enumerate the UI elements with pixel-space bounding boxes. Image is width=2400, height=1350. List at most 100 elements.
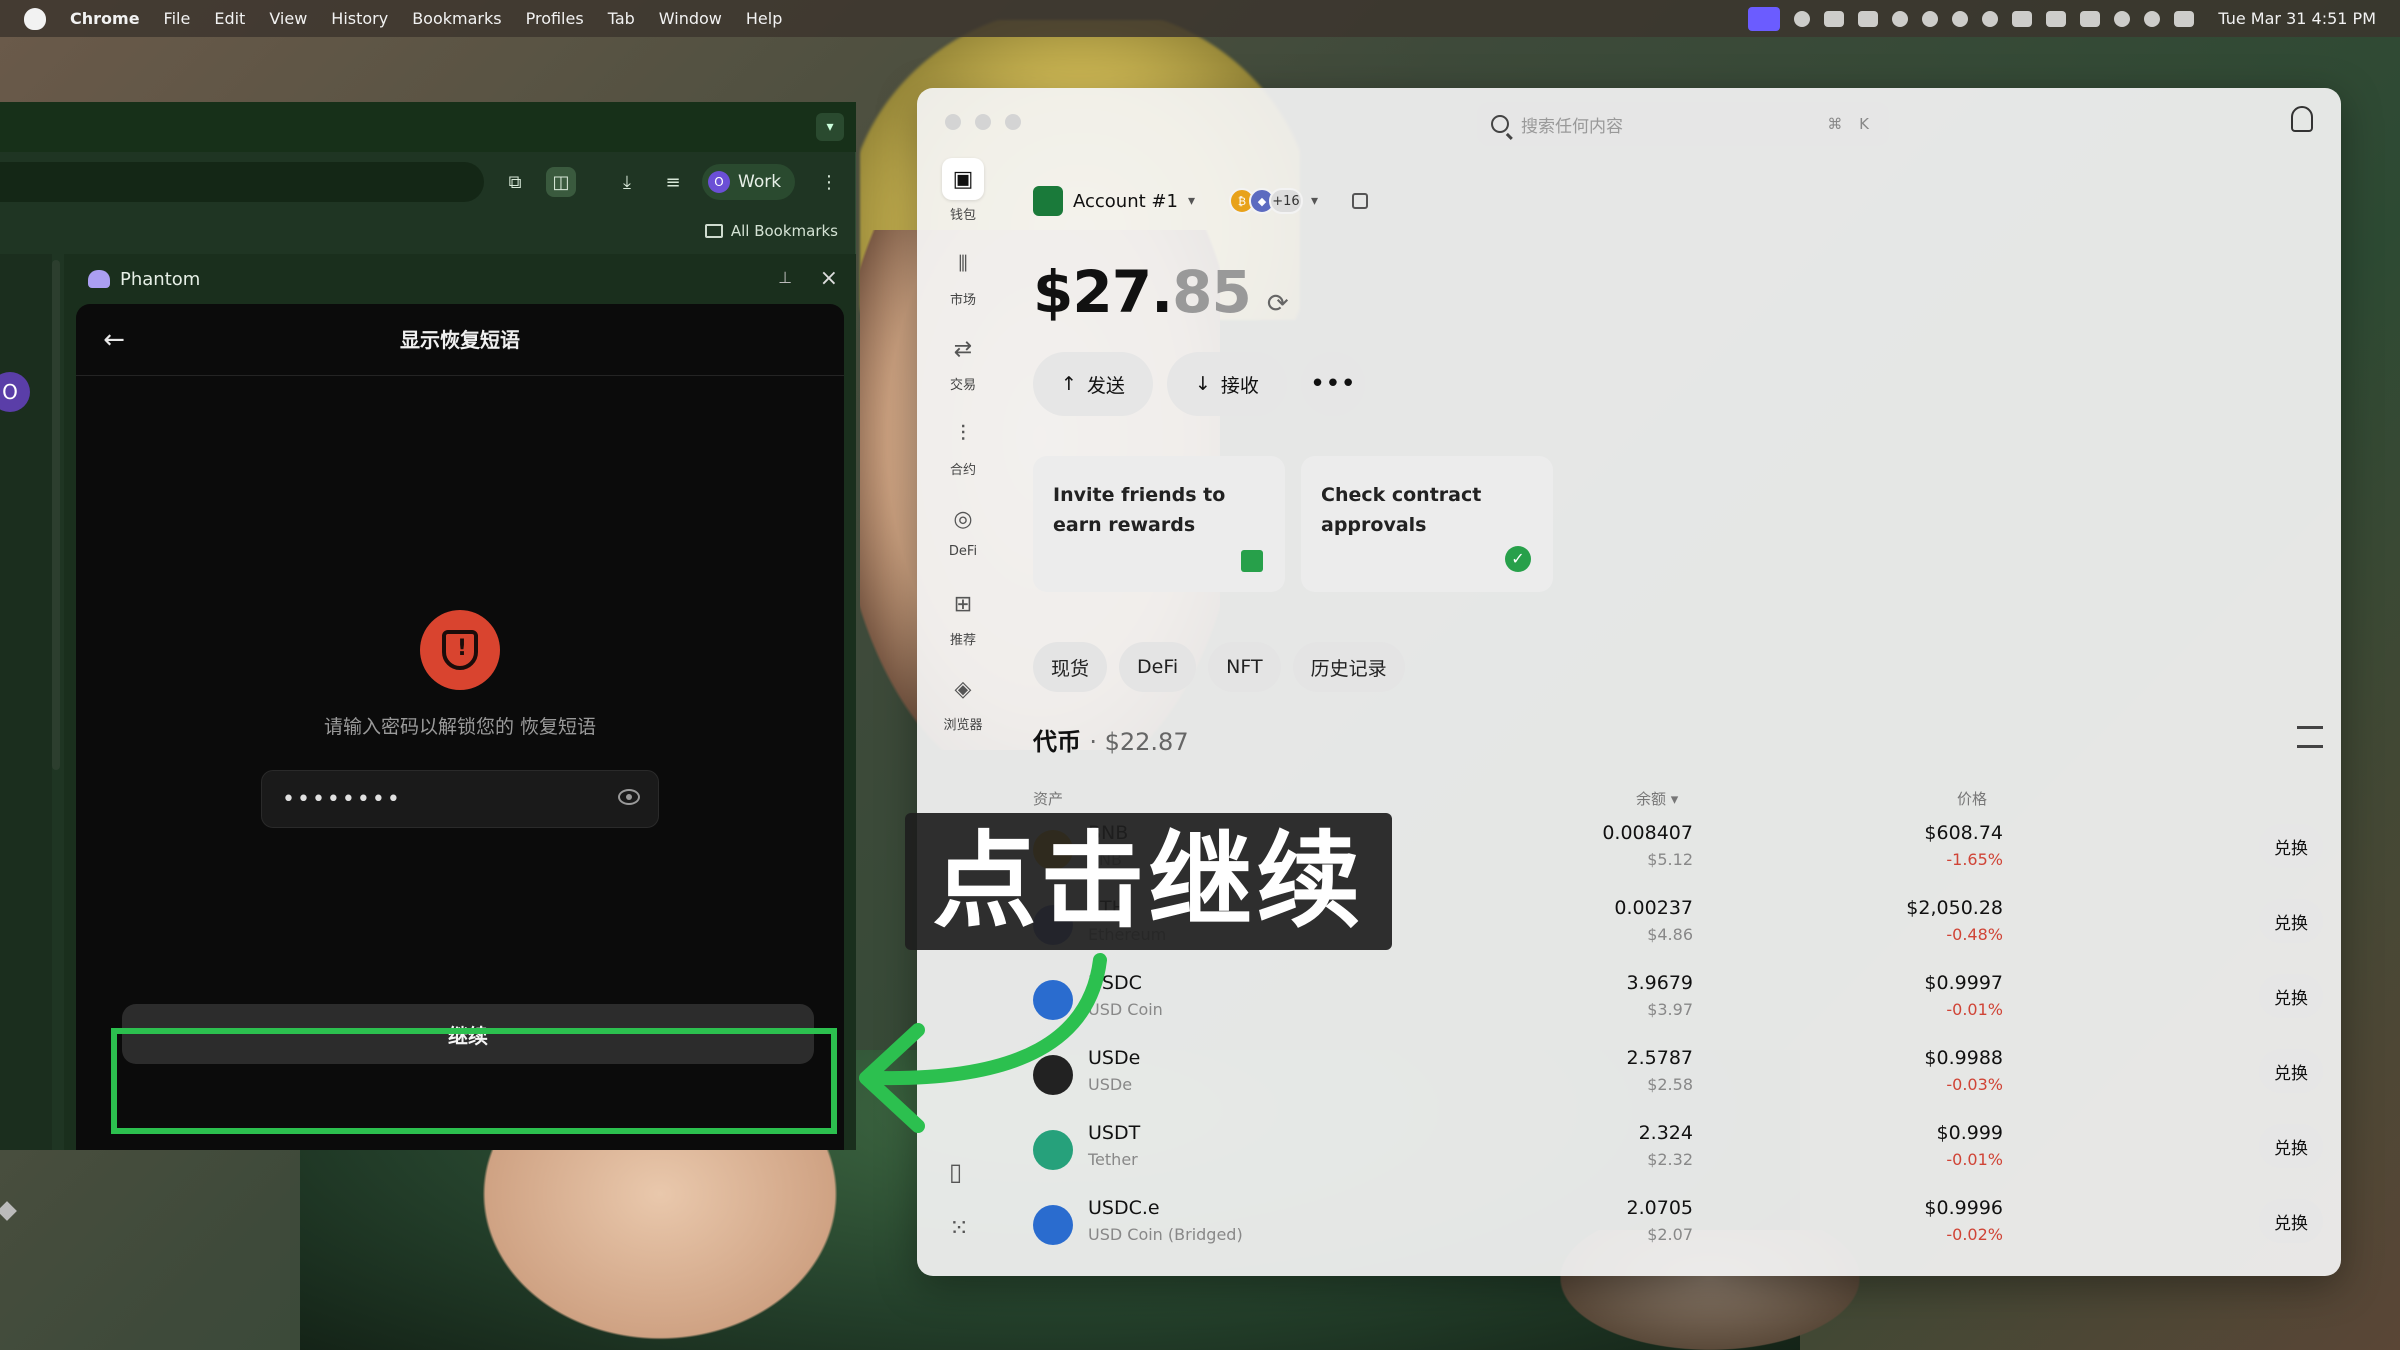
ellipsis-icon: ••• bbox=[1309, 369, 1356, 399]
battery-icon[interactable] bbox=[2080, 10, 2101, 27]
tab-history[interactable]: 历史记录 bbox=[1292, 642, 1405, 692]
swap-button[interactable]: 兑换 bbox=[2259, 899, 2323, 943]
address-bar[interactable] bbox=[0, 162, 484, 202]
extensions-icon[interactable]: ⧉ bbox=[500, 167, 530, 197]
pin-icon[interactable]: ⊥ bbox=[778, 268, 792, 287]
promo-text: Check contract approvals bbox=[1321, 484, 1482, 536]
app-status-icon[interactable] bbox=[1824, 10, 1845, 27]
gift-icon bbox=[1241, 550, 1263, 572]
token-row[interactable]: USDC USD Coin 3.9679 $3.97 $0.9997 -0.01% 兑换 bbox=[1033, 968, 2323, 1043]
password-mask: •••••••• bbox=[282, 786, 402, 812]
mobile-device-icon[interactable]: ▯ bbox=[949, 1158, 962, 1186]
back-arrow-icon[interactable]: ← bbox=[96, 322, 132, 358]
token-row[interactable]: USDC.e USD Coin (Bridged) 2.0705 $2.07 $0.99… bbox=[1033, 1193, 2323, 1268]
close-icon[interactable]: × bbox=[820, 266, 838, 291]
copy-address-icon[interactable] bbox=[1352, 193, 1368, 209]
input-source-icon[interactable] bbox=[2046, 10, 2067, 27]
apple-logo-icon[interactable] bbox=[24, 7, 46, 30]
promo-text: Invite friends to earn rewards bbox=[1053, 484, 1226, 536]
play-icon[interactable] bbox=[1952, 10, 1969, 27]
token-row[interactable]: USDT Tether 2.324 $2.32 $0.999 -0.01% 兑换 bbox=[1033, 1118, 2323, 1193]
reading-list-icon[interactable]: ≡ bbox=[658, 167, 688, 197]
filter-sliders-icon[interactable] bbox=[2297, 726, 2323, 748]
nav-item-trade[interactable]: ⇄ 交易 bbox=[933, 328, 993, 402]
eye-icon[interactable] bbox=[618, 789, 640, 805]
record-icon[interactable] bbox=[1794, 10, 1811, 27]
token-amount: 3.9679 bbox=[1626, 972, 1693, 994]
tab-defi[interactable]: DeFi bbox=[1119, 642, 1197, 692]
close-window-button[interactable] bbox=[945, 114, 961, 130]
chain-selector[interactable]: ₿ ◆ +16 ▾ bbox=[1228, 188, 1318, 214]
app-status-icon-2[interactable] bbox=[1858, 10, 1879, 27]
column-header-balance[interactable]: 余额 ▾ bbox=[1636, 788, 1678, 809]
token-name: USDe bbox=[1088, 1075, 1133, 1094]
page-avatar[interactable]: O bbox=[0, 372, 30, 412]
tab-spot[interactable]: 现货 bbox=[1033, 642, 1108, 692]
token-symbol: USDC bbox=[1088, 972, 1142, 994]
defi-icon: ◎ bbox=[953, 506, 973, 532]
zoom-window-button[interactable] bbox=[1005, 114, 1021, 130]
column-header-price: 价格 bbox=[1957, 790, 1988, 808]
headphones-icon[interactable] bbox=[1922, 10, 1939, 27]
menu-bar-clock[interactable]: Tue Mar 31 4:51 PM bbox=[2218, 9, 2376, 28]
menu-history[interactable]: History bbox=[331, 9, 388, 28]
invite-friends-card[interactable]: Invite friends to earn rewards bbox=[1033, 456, 1285, 592]
notification-bell-icon[interactable] bbox=[2291, 106, 2313, 132]
account-selector[interactable]: Account #1 ▾ ₿ ◆ +16 ▾ bbox=[1033, 186, 1368, 216]
swap-button[interactable]: 兑换 bbox=[2259, 974, 2323, 1018]
chrome-menu-icon[interactable]: ⋮ bbox=[814, 167, 844, 197]
nav-item-browser[interactable]: ◈ 浏览器 bbox=[933, 668, 993, 742]
token-amount: 2.5787 bbox=[1626, 1047, 1693, 1069]
more-chains-count: +16 bbox=[1268, 188, 1303, 214]
token-price: $0.9996 bbox=[1924, 1197, 2003, 1219]
nav-item-wallet[interactable]: ▣ 钱包 bbox=[933, 158, 993, 232]
all-bookmarks-button[interactable]: All Bookmarks bbox=[704, 222, 838, 240]
tab-nft[interactable]: NFT bbox=[1208, 642, 1281, 692]
bluetooth-icon[interactable] bbox=[1892, 10, 1909, 27]
contract-approvals-card[interactable]: Check contract approvals ✓ bbox=[1301, 456, 1553, 592]
download-icon[interactable]: ⤓ bbox=[612, 167, 642, 197]
swap-button[interactable]: 兑换 bbox=[2259, 824, 2323, 868]
candlestick-icon: ⫴ bbox=[958, 251, 968, 277]
menu-help[interactable]: Help bbox=[746, 9, 782, 28]
page-scrollbar[interactable] bbox=[52, 260, 60, 770]
token-price-change: -0.48% bbox=[1946, 925, 2003, 944]
menu-app-name[interactable]: Chrome bbox=[70, 9, 140, 28]
swap-arrows-icon: ⇄ bbox=[953, 336, 973, 362]
refresh-icon[interactable]: ⟳ bbox=[1267, 289, 1289, 319]
airdrop-icon[interactable] bbox=[1982, 10, 1999, 27]
menu-window[interactable]: Window bbox=[659, 9, 722, 28]
tab-search-chevron-icon[interactable]: ▾ bbox=[816, 113, 844, 141]
send-button[interactable]: ↑ 发送 bbox=[1033, 352, 1153, 416]
swap-button[interactable]: 兑换 bbox=[2259, 1199, 2323, 1243]
nav-item-futures[interactable]: ⫶ 合约 bbox=[933, 413, 993, 487]
search-shortcut-hint: ⌘ K bbox=[1827, 115, 1875, 133]
menu-file[interactable]: File bbox=[164, 9, 191, 28]
side-panel-icon[interactable]: ◫ bbox=[546, 167, 576, 197]
menu-tab[interactable]: Tab bbox=[608, 9, 635, 28]
nav-item-referral[interactable]: ⊞ 推荐 bbox=[933, 583, 993, 657]
receive-button[interactable]: ↓ 接收 bbox=[1166, 352, 1287, 416]
nav-label: 交易 bbox=[949, 378, 976, 393]
app-grid-icon[interactable]: ⁙ bbox=[949, 1214, 969, 1242]
swap-button[interactable]: 兑换 bbox=[2259, 1049, 2323, 1093]
wifi-icon[interactable] bbox=[2114, 10, 2131, 27]
token-price: $0.999 bbox=[1936, 1122, 2003, 1144]
global-search-input[interactable]: 搜索任何内容 ⌘ K bbox=[1477, 102, 1889, 146]
minimize-window-button[interactable] bbox=[975, 114, 991, 130]
spotlight-search-icon[interactable] bbox=[2144, 10, 2161, 27]
profile-button[interactable]: O Work bbox=[702, 164, 796, 200]
token-row[interactable]: USDe USDe 2.5787 $2.58 $0.9988 -0.03% 兑换 bbox=[1033, 1043, 2323, 1118]
swap-button[interactable]: 兑换 bbox=[2259, 1124, 2323, 1168]
menu-edit[interactable]: Edit bbox=[214, 9, 245, 28]
menu-bookmarks[interactable]: Bookmarks bbox=[412, 9, 501, 28]
nav-item-market[interactable]: ⫴ 市场 bbox=[933, 243, 993, 317]
more-actions-button[interactable]: ••• bbox=[1300, 352, 1365, 416]
menu-profiles[interactable]: Profiles bbox=[526, 9, 584, 28]
screen-record-icon[interactable] bbox=[1748, 6, 1781, 31]
password-input[interactable]: •••••••• bbox=[261, 770, 659, 828]
menu-view[interactable]: View bbox=[269, 9, 307, 28]
display-icon[interactable] bbox=[2012, 10, 2033, 27]
control-center-icon[interactable] bbox=[2174, 10, 2195, 27]
nav-item-defi[interactable]: ◎ DeFi bbox=[933, 498, 993, 572]
